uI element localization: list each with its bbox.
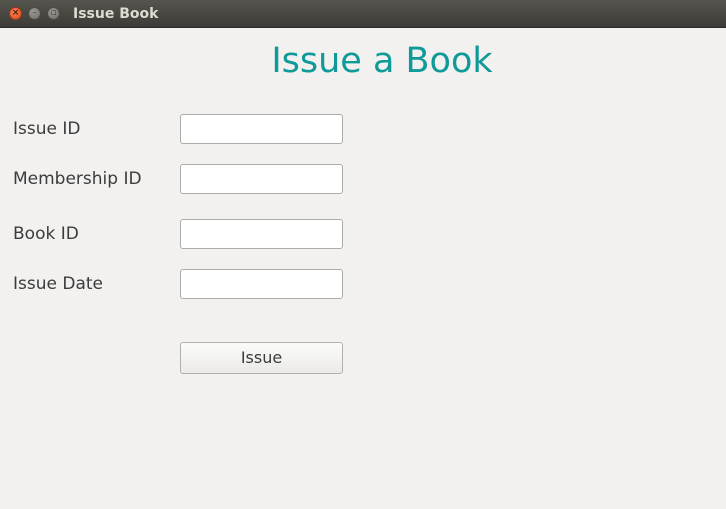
issue-date-label: Issue Date: [13, 274, 103, 294]
book-id-field[interactable]: [180, 219, 343, 249]
issue-date-field[interactable]: [180, 269, 343, 299]
close-window-button[interactable]: ×: [9, 7, 22, 20]
issue-id-field[interactable]: [180, 114, 343, 144]
membership-id-label: Membership ID: [13, 169, 142, 189]
maximize-icon: ▫: [50, 8, 57, 18]
maximize-window-button[interactable]: ▫: [47, 7, 60, 20]
issue-id-label: Issue ID: [13, 119, 81, 139]
page-title: Issue a Book: [271, 41, 493, 81]
book-id-label: Book ID: [13, 224, 79, 244]
minimize-window-button[interactable]: –: [28, 7, 41, 20]
issue-button[interactable]: Issue: [180, 342, 343, 374]
close-icon: ×: [11, 8, 20, 18]
window-title: Issue Book: [73, 6, 159, 22]
window-titlebar: × – ▫ Issue Book: [0, 0, 726, 28]
minimize-icon: –: [32, 8, 37, 18]
membership-id-field[interactable]: [180, 164, 343, 194]
